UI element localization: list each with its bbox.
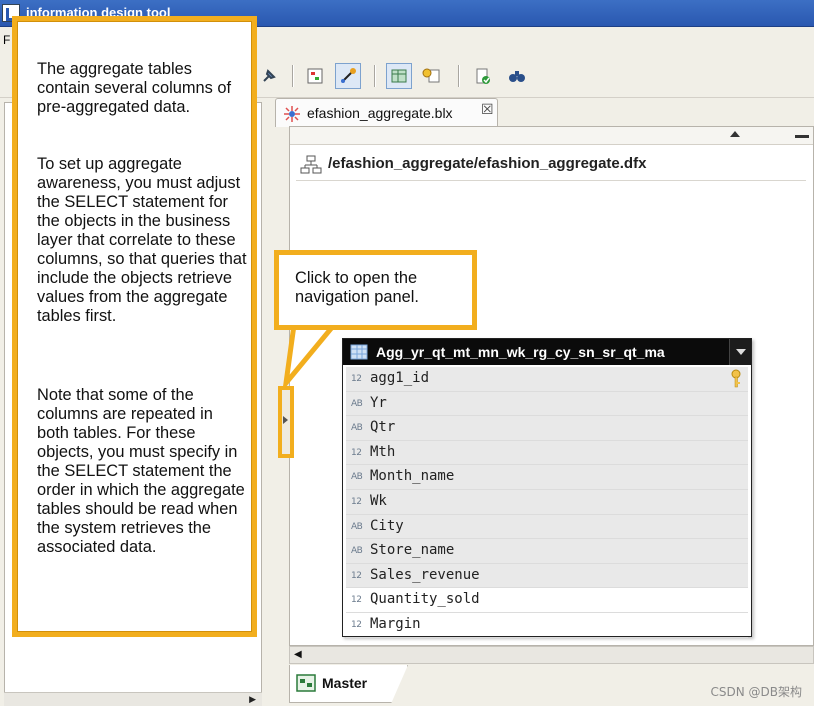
toolbar-separator [374,65,376,87]
business-layer-icon [283,105,301,127]
table-column-row[interactable]: AB City [346,514,748,540]
toolbar-separator [292,65,294,87]
table-dropdown-icon[interactable] [729,339,751,365]
column-name: agg1_id [370,370,430,386]
column-name: Margin [370,616,421,632]
navigation-callout: Click to open the navigation panel. [274,250,477,330]
table-column-row[interactable]: 12 agg1_id [346,367,748,392]
pin-icon[interactable] [256,63,282,89]
callout-paragraph-1: The aggregate tables contain several col… [37,60,232,116]
toolbar-separator [458,65,460,87]
table-column-row[interactable]: AB Yr [346,391,748,417]
scroll-left-arrow-icon[interactable]: ◀ [294,649,302,660]
callout-paragraph-2: To set up aggregate awareness, you must … [37,155,247,325]
menu-file[interactable]: F [3,33,10,47]
table-column-row[interactable]: AB Qtr [346,416,748,441]
master-view-tab[interactable]: Master [289,665,408,703]
navigation-callout-text: Click to open the navigation panel. [295,269,419,306]
table-column-row[interactable]: AB Store_name [346,539,748,564]
column-type-icon: 12 [351,374,362,384]
master-tab-label: Master [322,675,368,691]
aggregate-table[interactable]: Agg_yr_qt_mt_mn_wk_rg_cy_sn_sr_qt_ma 12 a… [342,338,752,638]
column-type-icon: 12 [351,447,362,458]
column-type-icon: 12 [351,620,362,630]
column-name: Quantity_sold [370,591,480,608]
column-type-icon: 12 [351,497,362,507]
navigation-panel-toggle[interactable] [278,386,294,458]
column-type-icon: AB [351,398,363,409]
check-document-icon[interactable] [470,63,496,89]
table-column-row[interactable]: 12 Margin [346,613,748,638]
watermark: CSDN @DB架构 [710,685,802,699]
master-view-icon [296,674,316,696]
callout-paragraph-3: Note that some of the columns are repeat… [37,386,245,556]
column-name: City [370,517,404,534]
table-column-row[interactable]: 12 Wk [346,490,748,515]
column-name: Yr [370,394,387,411]
callout-pointer [282,325,338,387]
editor-horizontal-scrollbar[interactable]: ◀ [289,646,814,664]
close-tab-icon[interactable]: ☒ [481,102,494,118]
binoculars-icon[interactable] [504,63,530,89]
column-name: Qtr [370,419,396,436]
table-header[interactable]: Agg_yr_qt_mt_mn_wk_rg_cy_sn_sr_qt_ma [343,339,751,365]
aggregate-info-callout: The aggregate tables contain several col… [12,16,257,637]
diagram-icon[interactable] [302,63,328,89]
table-column-row[interactable]: 12 Sales_revenue [346,563,748,589]
column-name: Mth [370,443,396,460]
left-horizontal-scrollbar[interactable]: ▶ [4,692,262,706]
table-column-row[interactable]: 12 Quantity_sold [346,588,748,613]
data-foundation-path: /efashion_aggregate/efashion_aggregate.d… [328,155,647,172]
column-name: Wk [370,493,387,509]
scroll-right-arrow-icon[interactable]: ▶ [249,695,256,705]
layout-icon[interactable] [335,63,361,89]
editor-top-strip [290,127,813,145]
column-type-icon: AB [351,423,363,434]
column-type-icon: 12 [351,570,362,581]
table-column-row[interactable]: AB Month_name [346,465,748,490]
editor-tab[interactable]: efashion_aggregate.blx ☒ [275,98,498,127]
column-type-icon: AB [351,472,363,483]
editor-tab-label: efashion_aggregate.blx [307,105,453,121]
properties-icon[interactable] [418,63,444,89]
collapse-arrow-icon[interactable] [730,131,740,137]
column-type-icon: AB [351,546,363,557]
minimize-icon[interactable] [795,135,809,138]
column-type-icon: AB [351,521,363,532]
column-name: Month_name [370,468,455,485]
table-column-row[interactable]: 12 Mth [346,440,748,466]
table-name: Agg_yr_qt_mt_mn_wk_rg_cy_sn_sr_qt_ma [376,344,665,360]
column-type-icon: 12 [351,595,362,606]
column-name: Sales_revenue [370,566,480,583]
primary-key-icon [731,369,741,388]
table-view-icon[interactable] [386,63,412,89]
table-icon [350,344,368,364]
column-name: Store_name [370,542,455,559]
path-header: /efashion_aggregate/efashion_aggregate.d… [296,151,806,181]
expand-arrow-icon [283,416,288,424]
data-foundation-icon [300,155,322,179]
